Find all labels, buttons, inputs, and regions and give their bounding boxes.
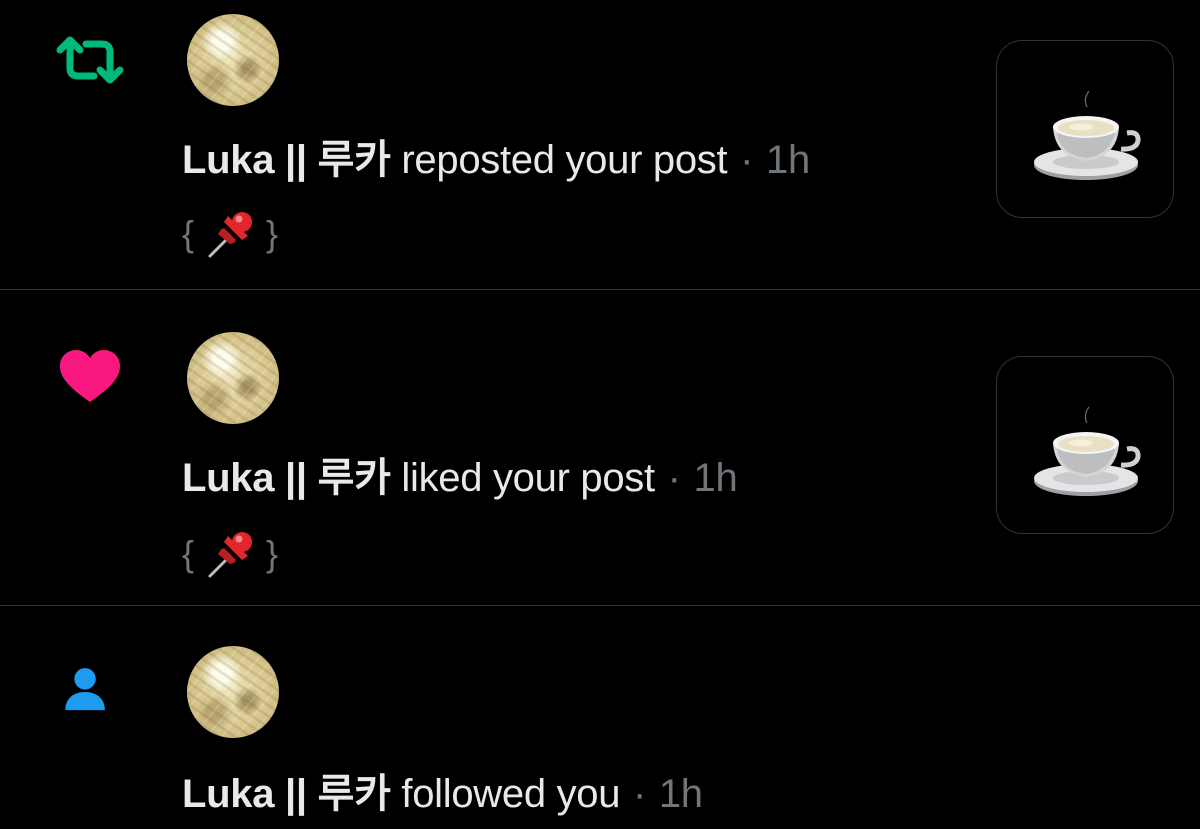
action-text: reposted your post	[401, 138, 728, 182]
brace-open: {	[182, 533, 195, 574]
separator-dot: ·	[667, 456, 681, 500]
action-text: followed you	[401, 772, 621, 816]
post-preview[interactable]: { }	[182, 206, 278, 262]
user-name[interactable]: Luka || 루카	[182, 456, 391, 500]
brace-open: {	[182, 213, 195, 254]
pushpin-emoji	[208, 212, 253, 258]
avatar[interactable]	[187, 14, 279, 106]
avatar[interactable]	[187, 646, 279, 738]
action-text: liked your post	[401, 456, 655, 500]
person-icon	[65, 668, 105, 711]
timestamp: 1h	[693, 456, 738, 500]
notification-text: Luka || 루카 liked your post · 1h	[182, 454, 738, 502]
repost-icon	[56, 36, 124, 84]
notification-text: Luka || 루카 reposted your post · 1h	[182, 136, 810, 184]
coffee-cup-image	[1034, 90, 1141, 180]
brace-close: }	[266, 533, 279, 574]
timestamp: 1h	[658, 772, 703, 816]
post-thumbnail[interactable]	[996, 40, 1174, 218]
post-thumbnail[interactable]	[996, 356, 1174, 534]
user-name[interactable]: Luka || 루카	[182, 772, 391, 816]
avatar[interactable]	[187, 332, 279, 424]
brace-close: }	[266, 213, 279, 254]
notification-text: Luka || 루카 followed you · 1h	[182, 770, 703, 818]
user-name[interactable]: Luka || 루카	[182, 138, 391, 182]
separator-dot: ·	[740, 138, 754, 182]
timestamp: 1h	[766, 138, 810, 182]
separator-dot: ·	[633, 772, 647, 816]
post-preview[interactable]: { }	[182, 526, 278, 582]
pushpin-emoji	[208, 532, 253, 578]
heart-icon	[60, 350, 120, 402]
notification-item[interactable]: Luka || 루카 reposted your post · 1h { }	[0, 0, 1200, 290]
coffee-cup-image	[1034, 406, 1141, 496]
notification-item[interactable]: Luka || 루카 followed you · 1h	[0, 606, 1200, 829]
notifications-feed: Luka || 루카 reposted your post · 1h { } L…	[0, 0, 1200, 829]
notification-item[interactable]: Luka || 루카 liked your post · 1h { }	[0, 290, 1200, 606]
